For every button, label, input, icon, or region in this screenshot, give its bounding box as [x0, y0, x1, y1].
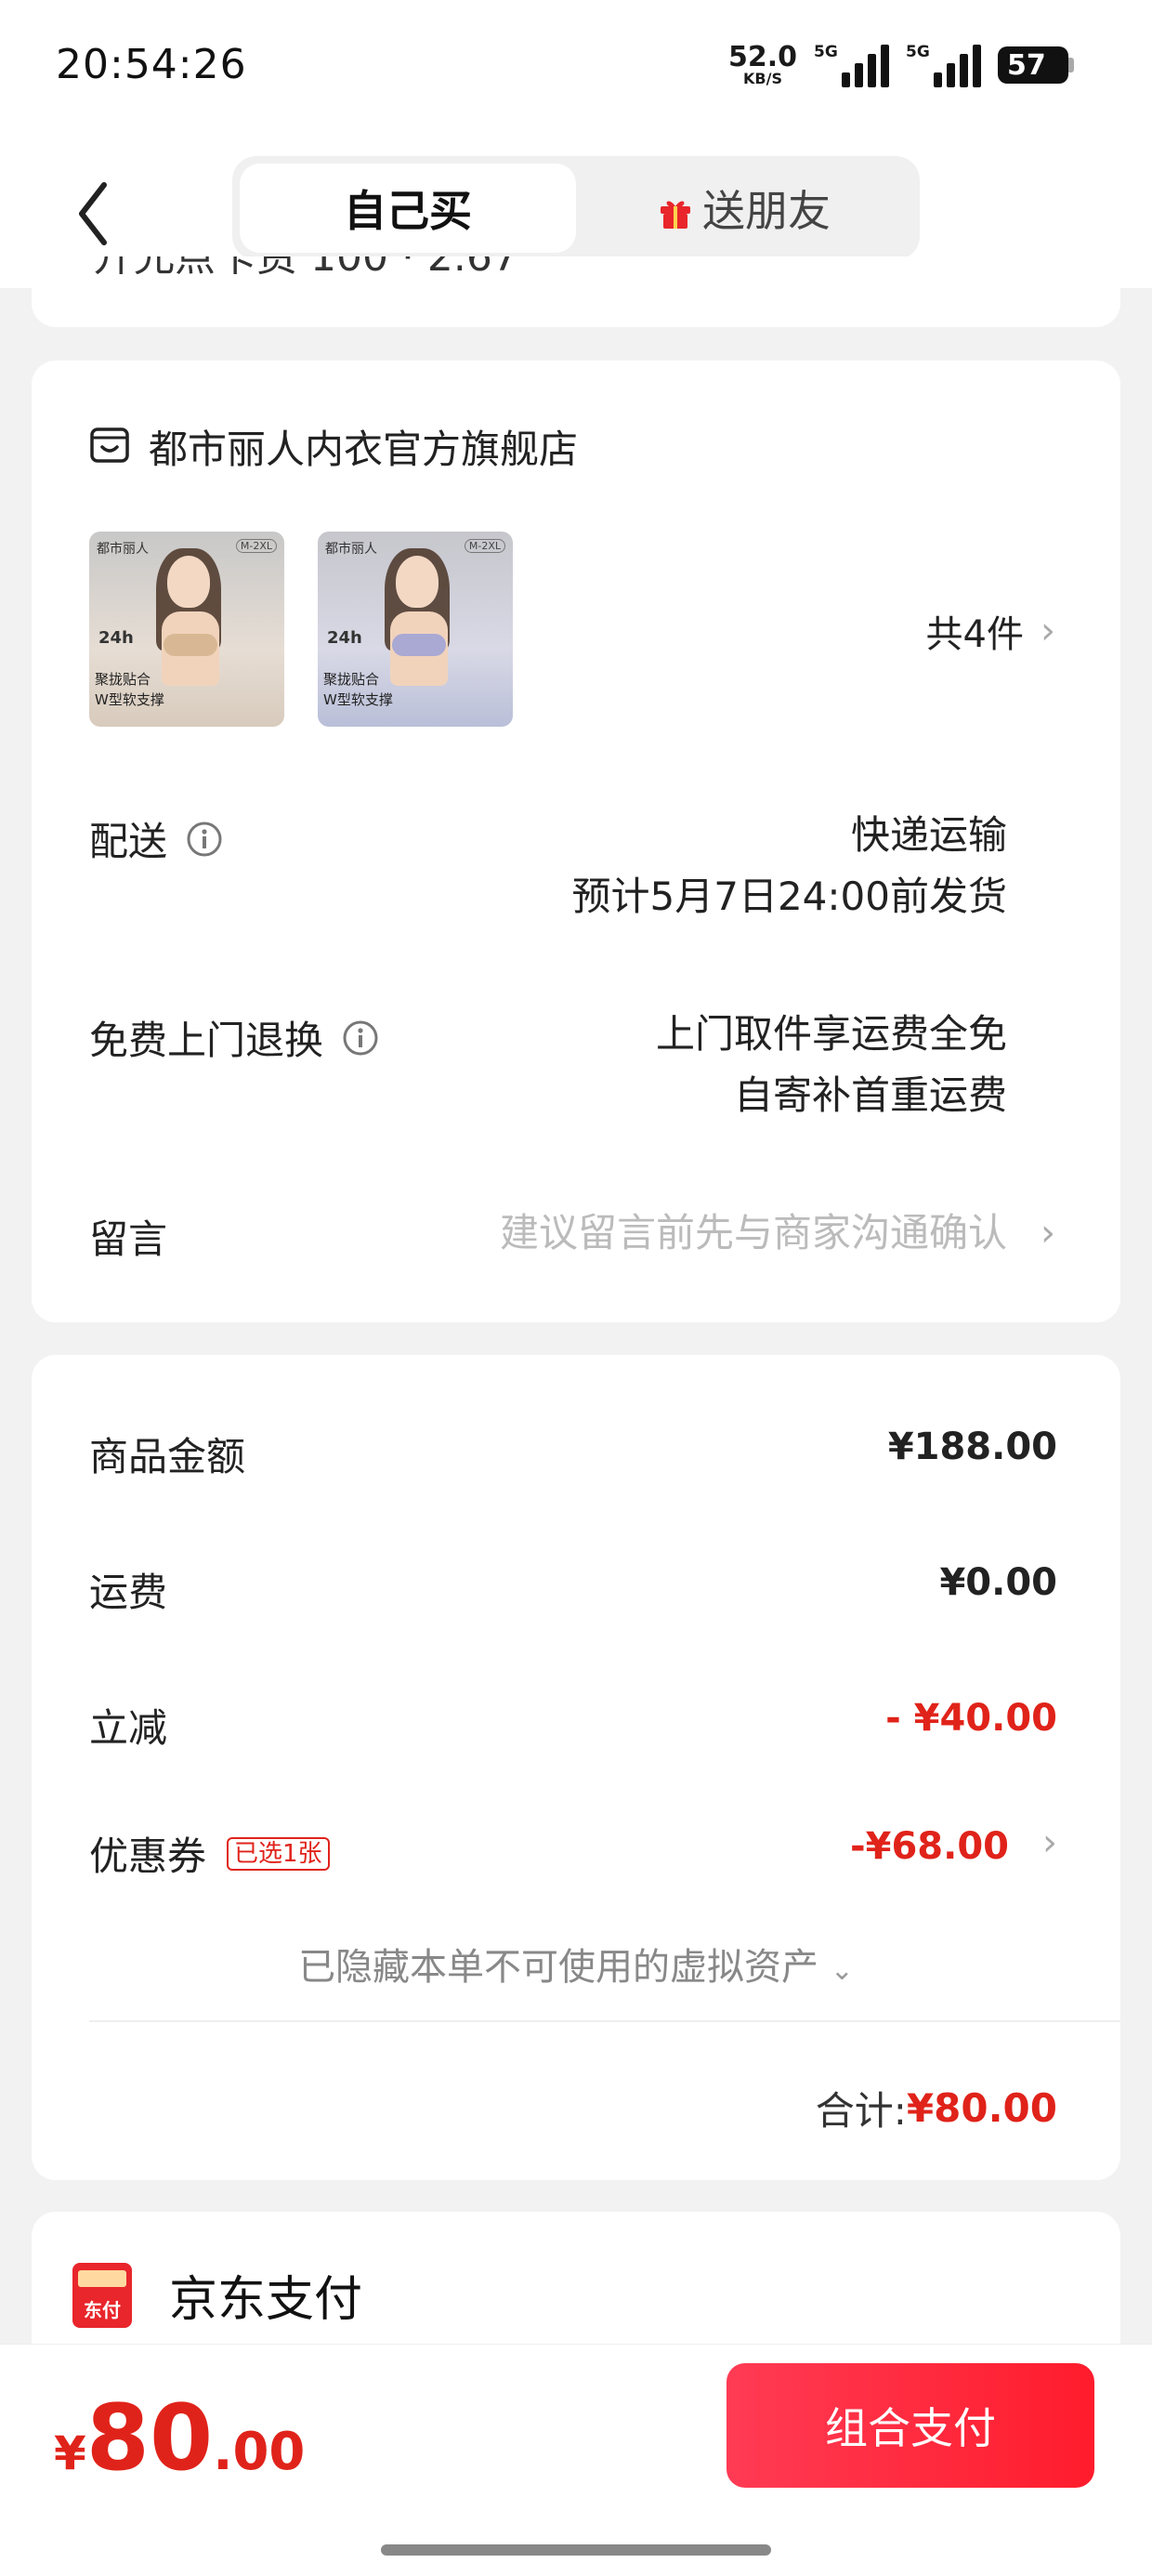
- shop-header[interactable]: 都市丽人内衣官方旗舰店: [89, 418, 578, 475]
- product-thumbnails[interactable]: 都市丽人 M-2XL 24h 聚拢贴合 W型软支撑 都市丽人 M-2XL 24h…: [89, 532, 513, 727]
- tab-label: 送朋友: [702, 186, 831, 236]
- home-indicator[interactable]: [381, 2544, 771, 2556]
- signal-icon: 5G: [814, 43, 889, 87]
- battery-icon: 57: [998, 46, 1074, 84]
- combined-pay-button[interactable]: 组合支付: [727, 2363, 1094, 2488]
- shop-name: 都市丽人内衣官方旗舰店: [149, 427, 579, 472]
- tab-buy-for-self[interactable]: 自己买: [240, 164, 576, 253]
- payable-price: ¥ 80 .00: [54, 2385, 305, 2491]
- thumb-caption: 聚拢贴合: [95, 671, 151, 688]
- thumb-caption: 聚拢贴合: [323, 671, 380, 688]
- free-return-label: 免费上门退换: [89, 1018, 324, 1063]
- thumb-caption: W型软支撑: [95, 691, 164, 708]
- net-speed-value: 52.0: [727, 41, 797, 73]
- payment-method-row[interactable]: 东付 京东支付: [72, 2260, 362, 2330]
- product-thumbnail[interactable]: 都市丽人 M-2XL 24h 聚拢贴合 W型软支撑: [89, 532, 284, 727]
- divider: [89, 2020, 1120, 2022]
- shipping-value: ¥0.00: [939, 1561, 1057, 1604]
- hidden-assets-text: 已隐藏本单不可使用的虚拟资产: [298, 1946, 819, 1989]
- thumb-brand: 都市丽人: [97, 542, 149, 557]
- item-count[interactable]: 共4件 ›: [926, 604, 1055, 658]
- price-currency: ¥: [54, 2426, 86, 2480]
- previous-card: 开允点卡资 100 · 2.67: [32, 256, 1120, 327]
- signal-label-2: 5G: [906, 43, 930, 61]
- hidden-assets-toggle[interactable]: 已隐藏本单不可使用的虚拟资产 ⌄: [32, 1937, 1120, 1991]
- free-return-line2: 自寄补首重运费: [733, 1072, 1007, 1118]
- payment-method-name: 京东支付: [169, 2272, 363, 2328]
- info-icon[interactable]: [342, 1019, 379, 1057]
- chevron-right-icon: ›: [1042, 1821, 1057, 1864]
- jd-pay-icon-text: 东付: [84, 2299, 121, 2321]
- coupon-row[interactable]: 优惠券 已选1张 -¥68.00 ›: [89, 1821, 1057, 1881]
- thumb-caption: W型软支撑: [323, 691, 393, 708]
- back-icon[interactable]: [65, 177, 121, 251]
- clipped-text: 开允点卡资 100 · 2.67: [93, 256, 518, 281]
- jd-pay-icon: 东付: [72, 2262, 132, 2328]
- product-thumbnail[interactable]: 都市丽人 M-2XL 24h 聚拢贴合 W型软支撑: [318, 532, 513, 727]
- discount-value: - ¥40.00: [885, 1697, 1057, 1740]
- info-icon[interactable]: [186, 821, 223, 858]
- status-bar: 20:54:26 52.0 KB/S 5G 5G 57: [0, 0, 1152, 139]
- signal-label: 5G: [814, 43, 838, 61]
- thumb-badge: 24h: [327, 628, 362, 648]
- order-total: 合计: ¥80.00: [816, 2080, 1057, 2136]
- net-speed: 52.0 KB/S: [728, 44, 797, 86]
- shipping-label: 运费: [89, 1570, 168, 1615]
- goods-amount-label: 商品金额: [89, 1434, 246, 1479]
- net-speed-unit: KB/S: [743, 70, 782, 87]
- shop-card: 都市丽人内衣官方旗舰店 都市丽人 M-2XL 24h 聚拢贴合 W型软支撑 都市…: [32, 361, 1120, 1322]
- status-icons: 52.0 KB/S 5G 5G 57: [728, 43, 1074, 87]
- item-count-label: 共4件: [925, 613, 1024, 656]
- tab-send-to-friend[interactable]: 送朋友: [576, 164, 912, 253]
- coupon-value: -¥68.00: [850, 1825, 1009, 1868]
- chevron-right-icon: ›: [1041, 610, 1055, 652]
- thumb-size: M-2XL: [464, 539, 505, 553]
- status-time: 20:54:26: [56, 41, 247, 88]
- tab-label: 自己买: [344, 186, 472, 236]
- amount-card: 商品金额 ¥188.00 运费 ¥0.00 立减 - ¥40.00 优惠券 已选…: [32, 1355, 1120, 2180]
- note-label: 留言: [89, 1216, 168, 1262]
- price-decimal: .00: [213, 2422, 306, 2482]
- chevron-right-icon: ›: [1041, 1212, 1055, 1255]
- total-value: ¥80.00: [906, 2085, 1057, 2131]
- delivery-method: 快递运输: [850, 812, 1007, 858]
- price-integer: 80: [85, 2385, 214, 2491]
- battery-level: 57: [1007, 48, 1046, 82]
- thumb-badge: 24h: [98, 628, 134, 648]
- goods-amount-value: ¥188.00: [887, 1426, 1057, 1468]
- delivery-label: 配送: [89, 819, 168, 864]
- discount-row: 立减 - ¥40.00: [89, 1697, 1057, 1753]
- discount-label: 立减: [89, 1705, 168, 1751]
- free-return-line1: 上门取件享运费全免: [655, 1011, 1007, 1057]
- goods-amount-row: 商品金额 ¥188.00: [89, 1426, 1057, 1481]
- purchase-mode-switch: 自己买 送朋友: [232, 156, 920, 260]
- thumb-size: M-2XL: [235, 539, 277, 553]
- thumb-brand: 都市丽人: [325, 542, 377, 557]
- coupon-label: 优惠券: [89, 1833, 207, 1879]
- chevron-down-icon: ⌄: [830, 1954, 854, 1987]
- shipping-row: 运费 ¥0.00: [89, 1561, 1057, 1617]
- signal-icon-2: 5G: [906, 43, 981, 87]
- total-label: 合计:: [815, 2088, 907, 2134]
- gift-icon: [658, 191, 693, 229]
- coupon-selected-badge: 已选1张: [227, 1836, 330, 1871]
- checkout-bar: ¥ 80 .00 组合支付: [0, 2344, 1152, 2576]
- note-input[interactable]: 建议留言前先与商家沟通确认: [500, 1203, 1007, 1264]
- shop-icon: [89, 425, 130, 469]
- delivery-eta: 预计5月7日24:00前发货: [571, 874, 1007, 919]
